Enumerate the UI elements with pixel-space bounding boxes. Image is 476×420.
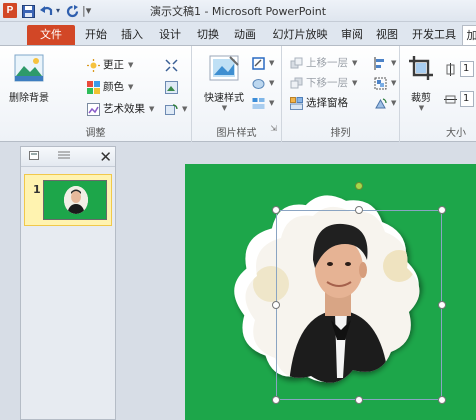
resize-handle-ne[interactable] bbox=[438, 206, 446, 214]
title-bar: P ▾ |▾ 演示文稿1 - Microsoft PowerPoint bbox=[0, 0, 476, 22]
ribbon-tabs: 文件 开始 插入 设计 切换 动画 幻灯片放映 审阅 视图 开发工具 加 bbox=[0, 22, 476, 46]
shape-height-input[interactable]: 1 bbox=[460, 61, 474, 77]
close-icon[interactable]: ✕ bbox=[99, 147, 112, 167]
rotation-handle[interactable] bbox=[355, 182, 363, 190]
tab-developer[interactable]: 开发工具 bbox=[409, 25, 459, 45]
window-title: 演示文稿1 - Microsoft PowerPoint bbox=[149, 5, 327, 18]
send-backward-icon bbox=[290, 77, 303, 90]
artistic-effects-button[interactable]: 艺术效果 ▼ bbox=[87, 100, 154, 118]
send-backward-label: 下移一层 bbox=[306, 77, 348, 89]
selection-box bbox=[276, 210, 442, 400]
align-icon bbox=[374, 56, 387, 70]
crop-icon bbox=[404, 54, 438, 85]
picture-effects-button[interactable]: ▼ bbox=[252, 74, 274, 92]
picture-effects-icon bbox=[252, 77, 265, 90]
group-adjust: 删除背景 更正 ▼ 颜色 ▼ 艺术效果 ▼ ▼ 调整 bbox=[0, 46, 192, 142]
selection-pane-icon bbox=[290, 96, 303, 110]
reset-picture-button[interactable]: ▼ bbox=[165, 100, 187, 118]
color-icon bbox=[87, 80, 100, 94]
picture-border-icon bbox=[252, 56, 265, 70]
quick-styles-label: 快速样式 bbox=[204, 93, 244, 104]
artistic-effects-icon bbox=[87, 102, 100, 116]
tab-animations[interactable]: 动画 bbox=[231, 25, 259, 45]
tab-design[interactable]: 设计 bbox=[156, 25, 184, 45]
corrections-label: 更正 bbox=[103, 59, 124, 71]
bring-forward-label: 上移一层 bbox=[306, 57, 348, 69]
slides-panel-header: ✕ bbox=[21, 147, 115, 167]
rotate-icon bbox=[374, 97, 387, 110]
tab-review[interactable]: 审阅 bbox=[338, 25, 366, 45]
tab-slideshow[interactable]: 幻灯片放映 bbox=[268, 25, 332, 45]
tab-format[interactable]: 加 bbox=[462, 25, 476, 45]
quick-styles-icon bbox=[198, 54, 250, 85]
group-picture-styles: 快速样式 ▼ ▼ ▼ ▼ 图片样式 ⇲ bbox=[192, 46, 282, 142]
dialog-launcher-icon[interactable]: ⇲ bbox=[270, 124, 277, 133]
crop-label: 裁剪 bbox=[411, 93, 431, 104]
slide-thumbnail[interactable] bbox=[43, 180, 107, 220]
group-picture-styles-label: 图片样式 ⇲ bbox=[216, 124, 278, 139]
crop-button[interactable]: 裁剪 ▼ bbox=[404, 54, 438, 112]
quick-styles-button[interactable]: 快速样式 ▼ bbox=[198, 54, 250, 112]
shape-width-field[interactable]: 1 bbox=[444, 90, 474, 108]
corrections-button[interactable]: 更正 ▼ bbox=[87, 56, 133, 74]
outline-tab-icon[interactable] bbox=[53, 149, 75, 165]
ribbon: 删除背景 更正 ▼ 颜色 ▼ 艺术效果 ▼ ▼ 调整 快速样式 ▼ ▼ ▼ ▼ … bbox=[0, 46, 476, 142]
selection-pane-label: 选择窗格 bbox=[306, 97, 348, 109]
resize-handle-nw[interactable] bbox=[272, 206, 280, 214]
resize-handle-sw[interactable] bbox=[272, 396, 280, 404]
resize-handle-w[interactable] bbox=[272, 301, 280, 309]
tab-transitions[interactable]: 切换 bbox=[194, 25, 222, 45]
resize-handle-s[interactable] bbox=[355, 396, 363, 404]
picture-border-button[interactable]: ▼ bbox=[252, 54, 274, 72]
shape-width-input[interactable]: 1 bbox=[460, 91, 474, 107]
bring-forward-button[interactable]: 上移一层 ▼ bbox=[290, 54, 357, 72]
rotate-button[interactable]: ▼ bbox=[374, 94, 396, 112]
remove-background-button[interactable]: 删除背景 bbox=[6, 54, 52, 104]
height-icon bbox=[444, 62, 457, 76]
group-arrange-label: 排列 bbox=[330, 128, 351, 139]
tab-home[interactable]: 开始 bbox=[82, 25, 110, 45]
selection-pane-button[interactable]: 选择窗格 bbox=[290, 94, 348, 112]
resize-handle-n[interactable] bbox=[355, 206, 363, 214]
color-button[interactable]: 颜色 ▼ bbox=[87, 78, 133, 96]
group-adjust-label: 调整 bbox=[85, 128, 106, 139]
picture-layout-button[interactable]: ▼ bbox=[252, 94, 274, 112]
slides-tab-icon[interactable] bbox=[23, 149, 45, 165]
corrections-icon bbox=[87, 58, 100, 72]
shape-height-field[interactable]: 1 bbox=[444, 60, 474, 78]
crop-dropdown-icon: ▼ bbox=[418, 104, 425, 112]
tab-file[interactable]: 文件 bbox=[27, 25, 75, 45]
bring-forward-icon bbox=[290, 57, 303, 70]
picture-layout-icon bbox=[252, 97, 265, 110]
tab-insert[interactable]: 插入 bbox=[118, 25, 146, 45]
compress-pictures-icon bbox=[165, 58, 178, 72]
compress-pictures-button[interactable] bbox=[165, 56, 178, 74]
group-size: 裁剪 ▼ 1 1 大小 bbox=[400, 46, 476, 142]
group-arrange: 上移一层 ▼ 下移一层 ▼ 选择窗格 ▼ ▼ ▼ 排列 bbox=[282, 46, 400, 142]
reset-picture-icon bbox=[165, 103, 178, 116]
tab-view[interactable]: 视图 bbox=[373, 25, 401, 45]
align-button[interactable]: ▼ bbox=[374, 54, 396, 72]
resize-handle-e[interactable] bbox=[438, 301, 446, 309]
width-icon bbox=[444, 93, 457, 106]
artistic-effects-label: 艺术效果 bbox=[103, 103, 145, 115]
group-objects-icon bbox=[374, 77, 387, 90]
thumbnail-photo-image bbox=[64, 186, 88, 214]
color-label: 颜色 bbox=[103, 81, 124, 93]
change-picture-button[interactable] bbox=[165, 78, 178, 96]
slide-canvas[interactable] bbox=[185, 164, 476, 420]
group-objects-button[interactable]: ▼ bbox=[374, 74, 396, 92]
slides-panel: ✕ 1 bbox=[20, 146, 116, 420]
quick-styles-dropdown-icon: ▼ bbox=[221, 104, 228, 112]
remove-background-icon bbox=[6, 54, 52, 85]
group-size-label: 大小 bbox=[446, 128, 466, 139]
resize-handle-se[interactable] bbox=[438, 396, 446, 404]
remove-background-label: 删除背景 bbox=[9, 93, 49, 104]
send-backward-button[interactable]: 下移一层 ▼ bbox=[290, 74, 357, 92]
slide-number: 1 bbox=[33, 183, 41, 196]
change-picture-icon bbox=[165, 80, 178, 94]
